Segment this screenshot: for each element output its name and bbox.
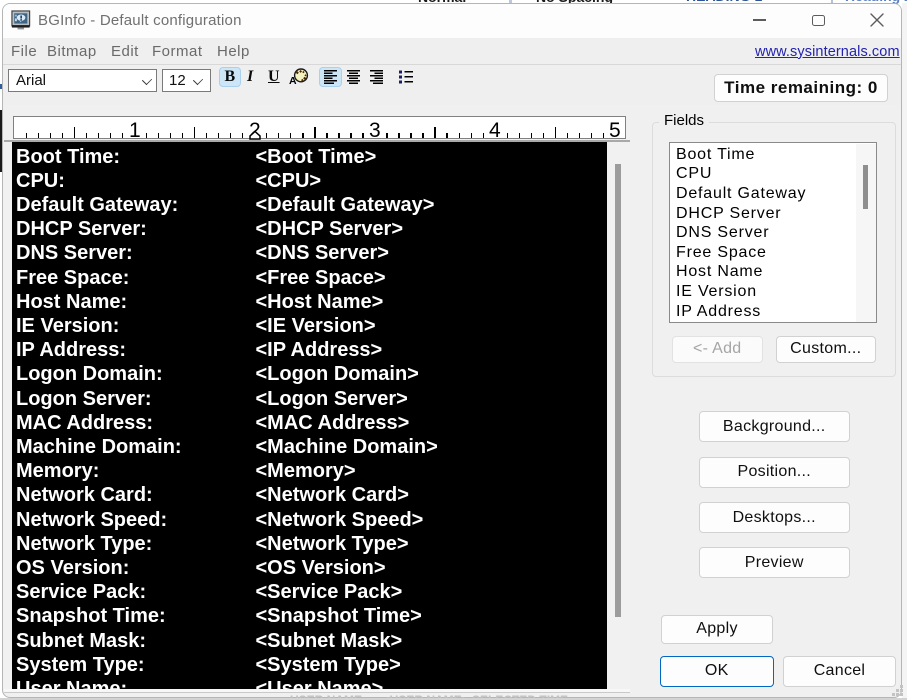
svg-text:A: A (289, 75, 297, 87)
